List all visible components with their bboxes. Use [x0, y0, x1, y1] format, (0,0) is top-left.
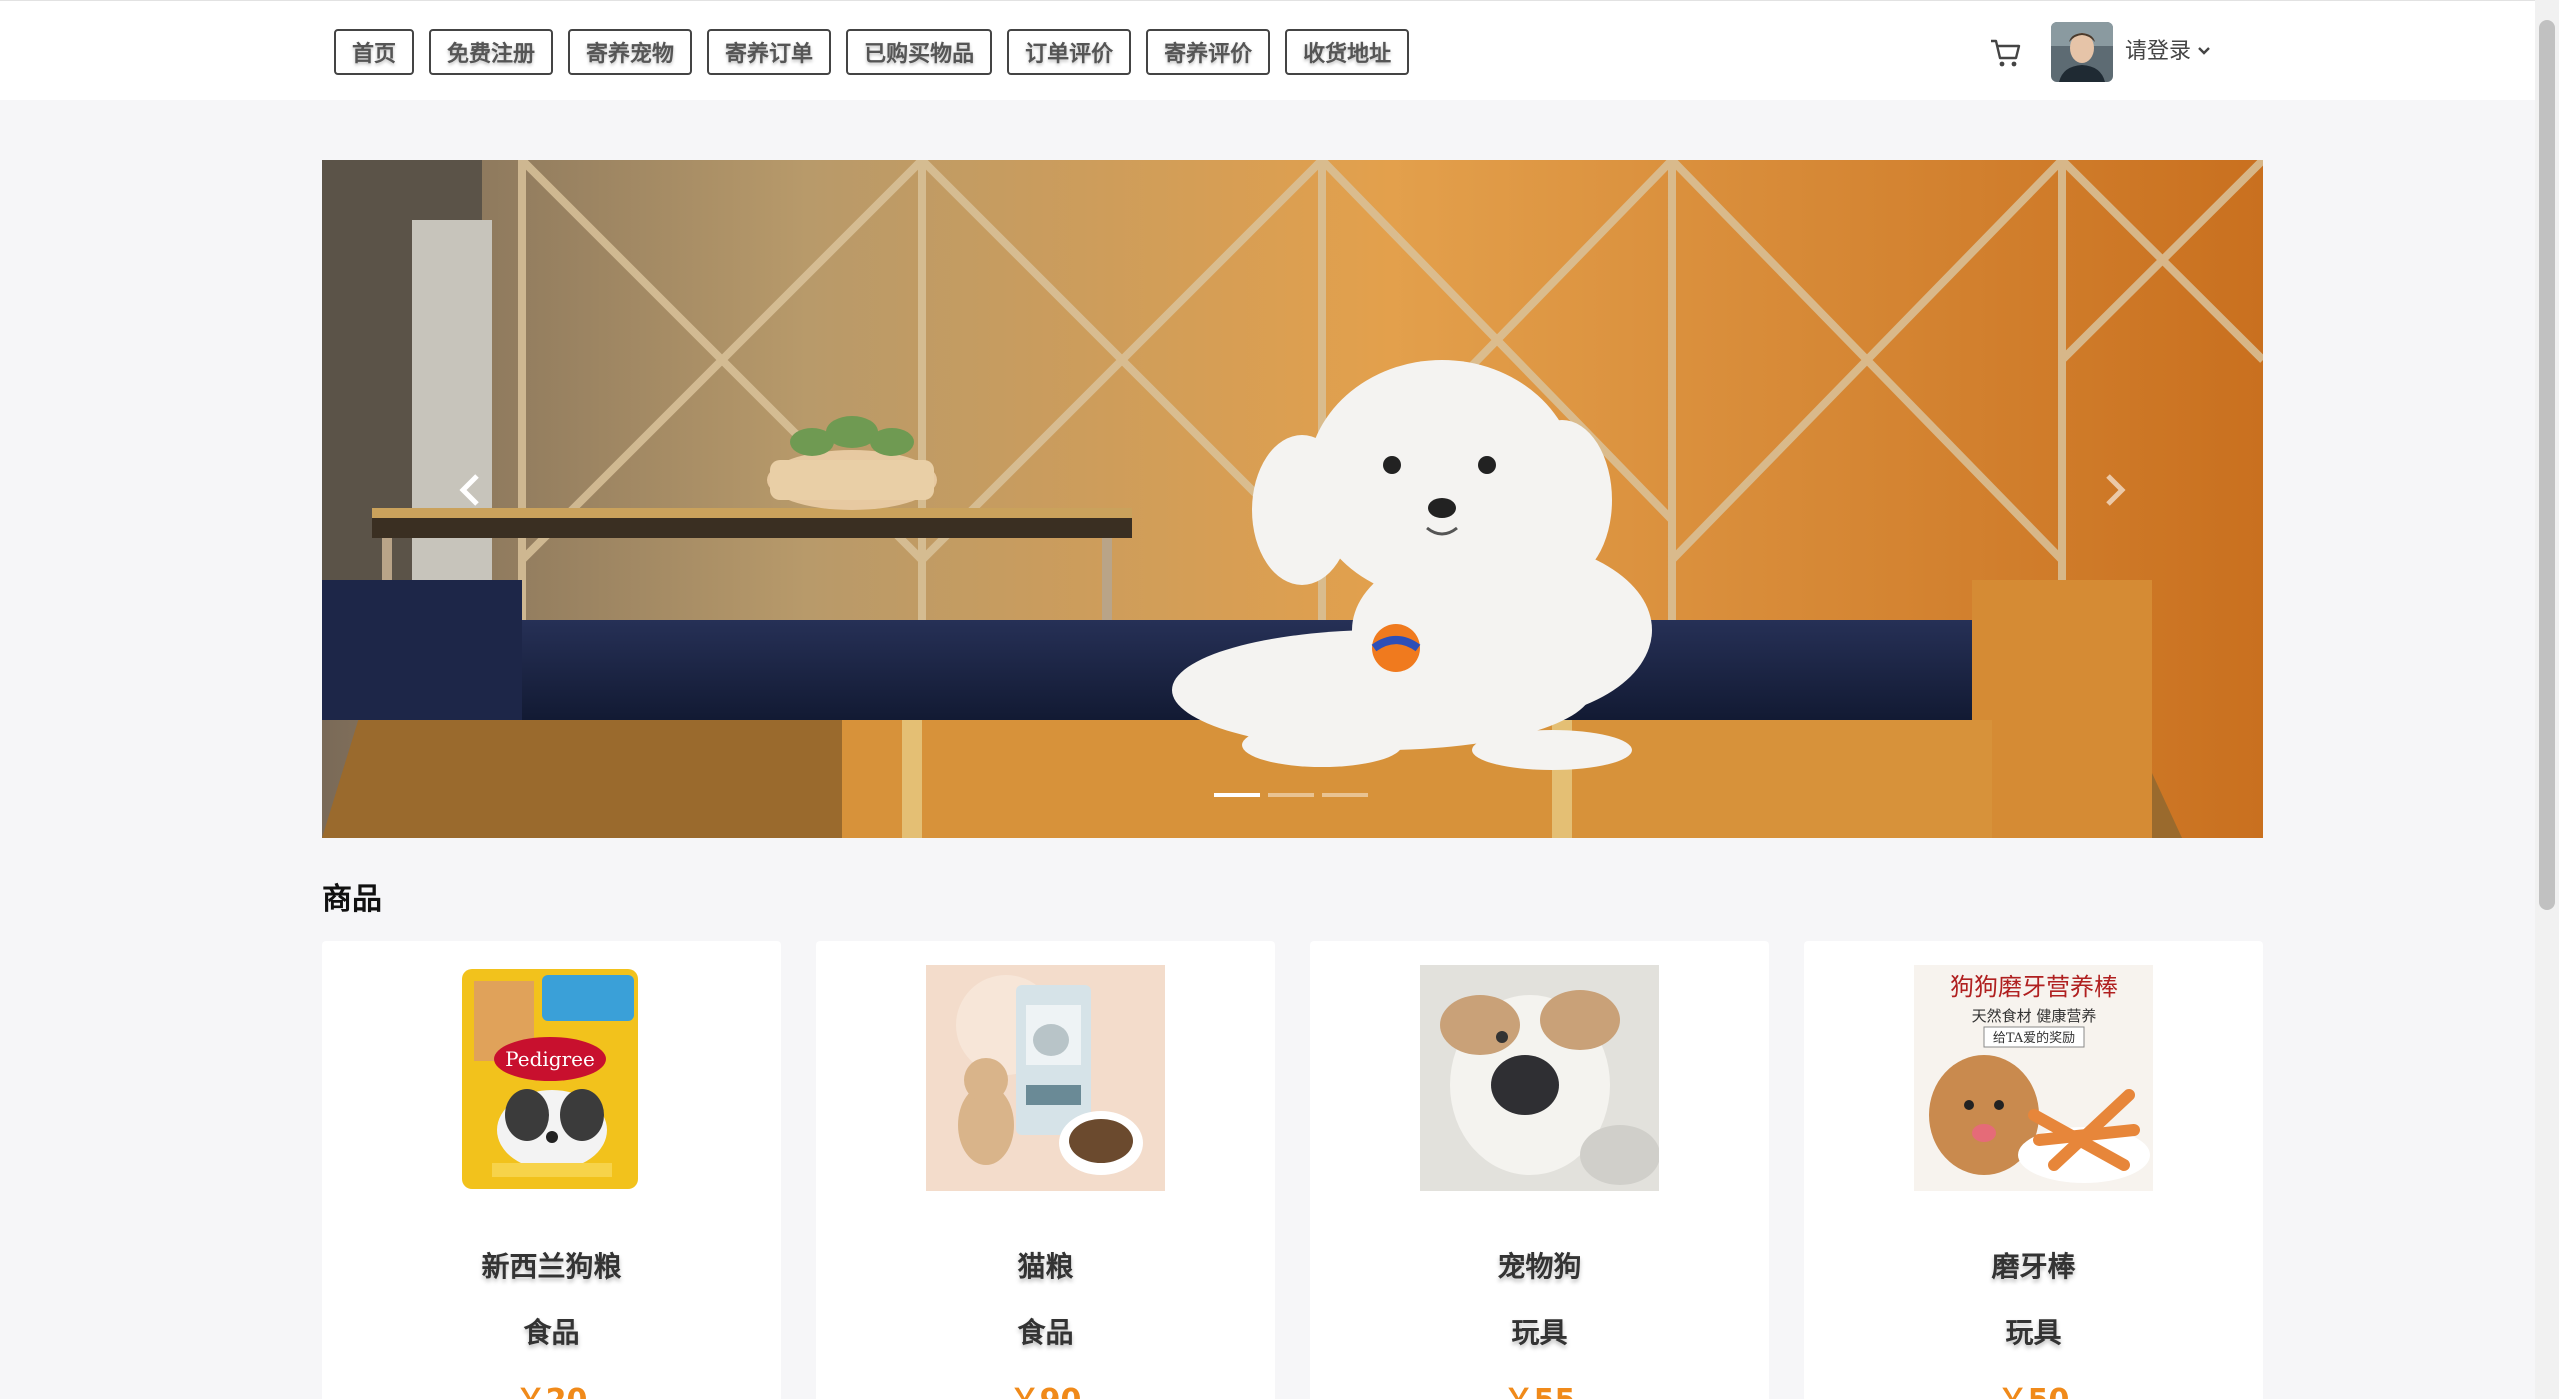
product-image[interactable]	[926, 965, 1165, 1191]
product-category: 玩具	[1511, 1316, 1568, 1349]
carousel-prev-button[interactable]	[440, 460, 500, 520]
product-image[interactable]: Pedigree	[432, 965, 671, 1191]
product-category: 食品	[523, 1316, 580, 1349]
nav-register-button[interactable]: 免费注册	[429, 29, 554, 75]
product-price: ￥50	[1804, 1375, 2263, 1399]
user-avatar[interactable]	[2051, 22, 2113, 82]
carousel-slide-image	[322, 160, 2263, 838]
product-name[interactable]: 磨牙棒	[1804, 1245, 2263, 1285]
product-card[interactable]: 猫粮 食品 ￥90	[816, 941, 1275, 1399]
nav-address-button[interactable]: 收货地址	[1285, 29, 1410, 75]
hero-carousel	[322, 160, 2263, 838]
carousel-indicator-2[interactable]	[1268, 793, 1314, 797]
product-card[interactable]: 狗狗磨牙营养棒 天然食材 健康营养 给TA爱的奖励 磨牙棒 玩具 ￥50	[1804, 941, 2263, 1399]
nav-order-review-button[interactable]: 订单评价	[1007, 29, 1132, 75]
scrollbar-thumb[interactable]	[2539, 20, 2555, 910]
section-title: 商品	[322, 882, 382, 917]
product-image[interactable]: 狗狗磨牙营养棒 天然食材 健康营养 给TA爱的奖励	[1914, 965, 2153, 1191]
product-name[interactable]: 新西兰狗粮	[322, 1245, 781, 1285]
login-dropdown[interactable]: 请登录	[2125, 33, 2211, 65]
product-card[interactable]: Pedigree 新西兰狗粮 食品 ￥20	[322, 941, 781, 1399]
product-price: ￥20	[322, 1375, 781, 1399]
nav-foster-orders-button[interactable]: 寄养订单	[707, 29, 832, 75]
chevron-left-icon	[459, 474, 479, 506]
product-4-subtitle: 天然食材 健康营养	[1972, 1007, 2097, 1025]
product-card[interactable]: 宠物狗 玩具 ￥55	[1310, 941, 1769, 1399]
carousel-indicators	[1214, 793, 1368, 797]
product-image[interactable]	[1420, 965, 1659, 1191]
product-1-brand: Pedigree	[505, 1047, 595, 1071]
nav-foster-pet-button[interactable]: 寄养宠物	[568, 29, 693, 75]
carousel-next-button[interactable]	[2085, 460, 2145, 520]
nav-purchased-button[interactable]: 已购买物品	[846, 29, 993, 75]
cart-icon[interactable]	[1988, 35, 2024, 71]
product-name[interactable]: 猫粮	[816, 1245, 1275, 1285]
product-price: ￥55	[1310, 1375, 1769, 1399]
product-name[interactable]: 宠物狗	[1310, 1245, 1769, 1285]
carousel-indicator-1[interactable]	[1214, 793, 1260, 797]
product-4-tag: 给TA爱的奖励	[1993, 1030, 2075, 1046]
login-label: 请登录	[2125, 39, 2192, 64]
top-navbar: 首页 免费注册 寄养宠物 寄养订单 已购买物品 订单评价 寄养评价 收货地址 请…	[0, 0, 2559, 100]
product-category: 玩具	[2005, 1316, 2062, 1349]
carousel-indicator-3[interactable]	[1322, 793, 1368, 797]
nav-foster-review-button[interactable]: 寄养评价	[1146, 29, 1271, 75]
product-4-title: 狗狗磨牙营养棒	[1950, 973, 2118, 1001]
chevron-right-icon	[2106, 474, 2126, 506]
page-scrollbar[interactable]	[2535, 0, 2559, 1399]
main-nav: 首页 免费注册 寄养宠物 寄养订单 已购买物品 订单评价 寄养评价 收货地址	[334, 29, 1424, 75]
product-list: Pedigree 新西兰狗粮 食品 ￥20	[322, 941, 2263, 1399]
chevron-down-icon	[2197, 37, 2211, 62]
nav-home-button[interactable]: 首页	[334, 29, 415, 75]
product-category: 食品	[1017, 1316, 1074, 1349]
product-price: ￥90	[816, 1375, 1275, 1399]
